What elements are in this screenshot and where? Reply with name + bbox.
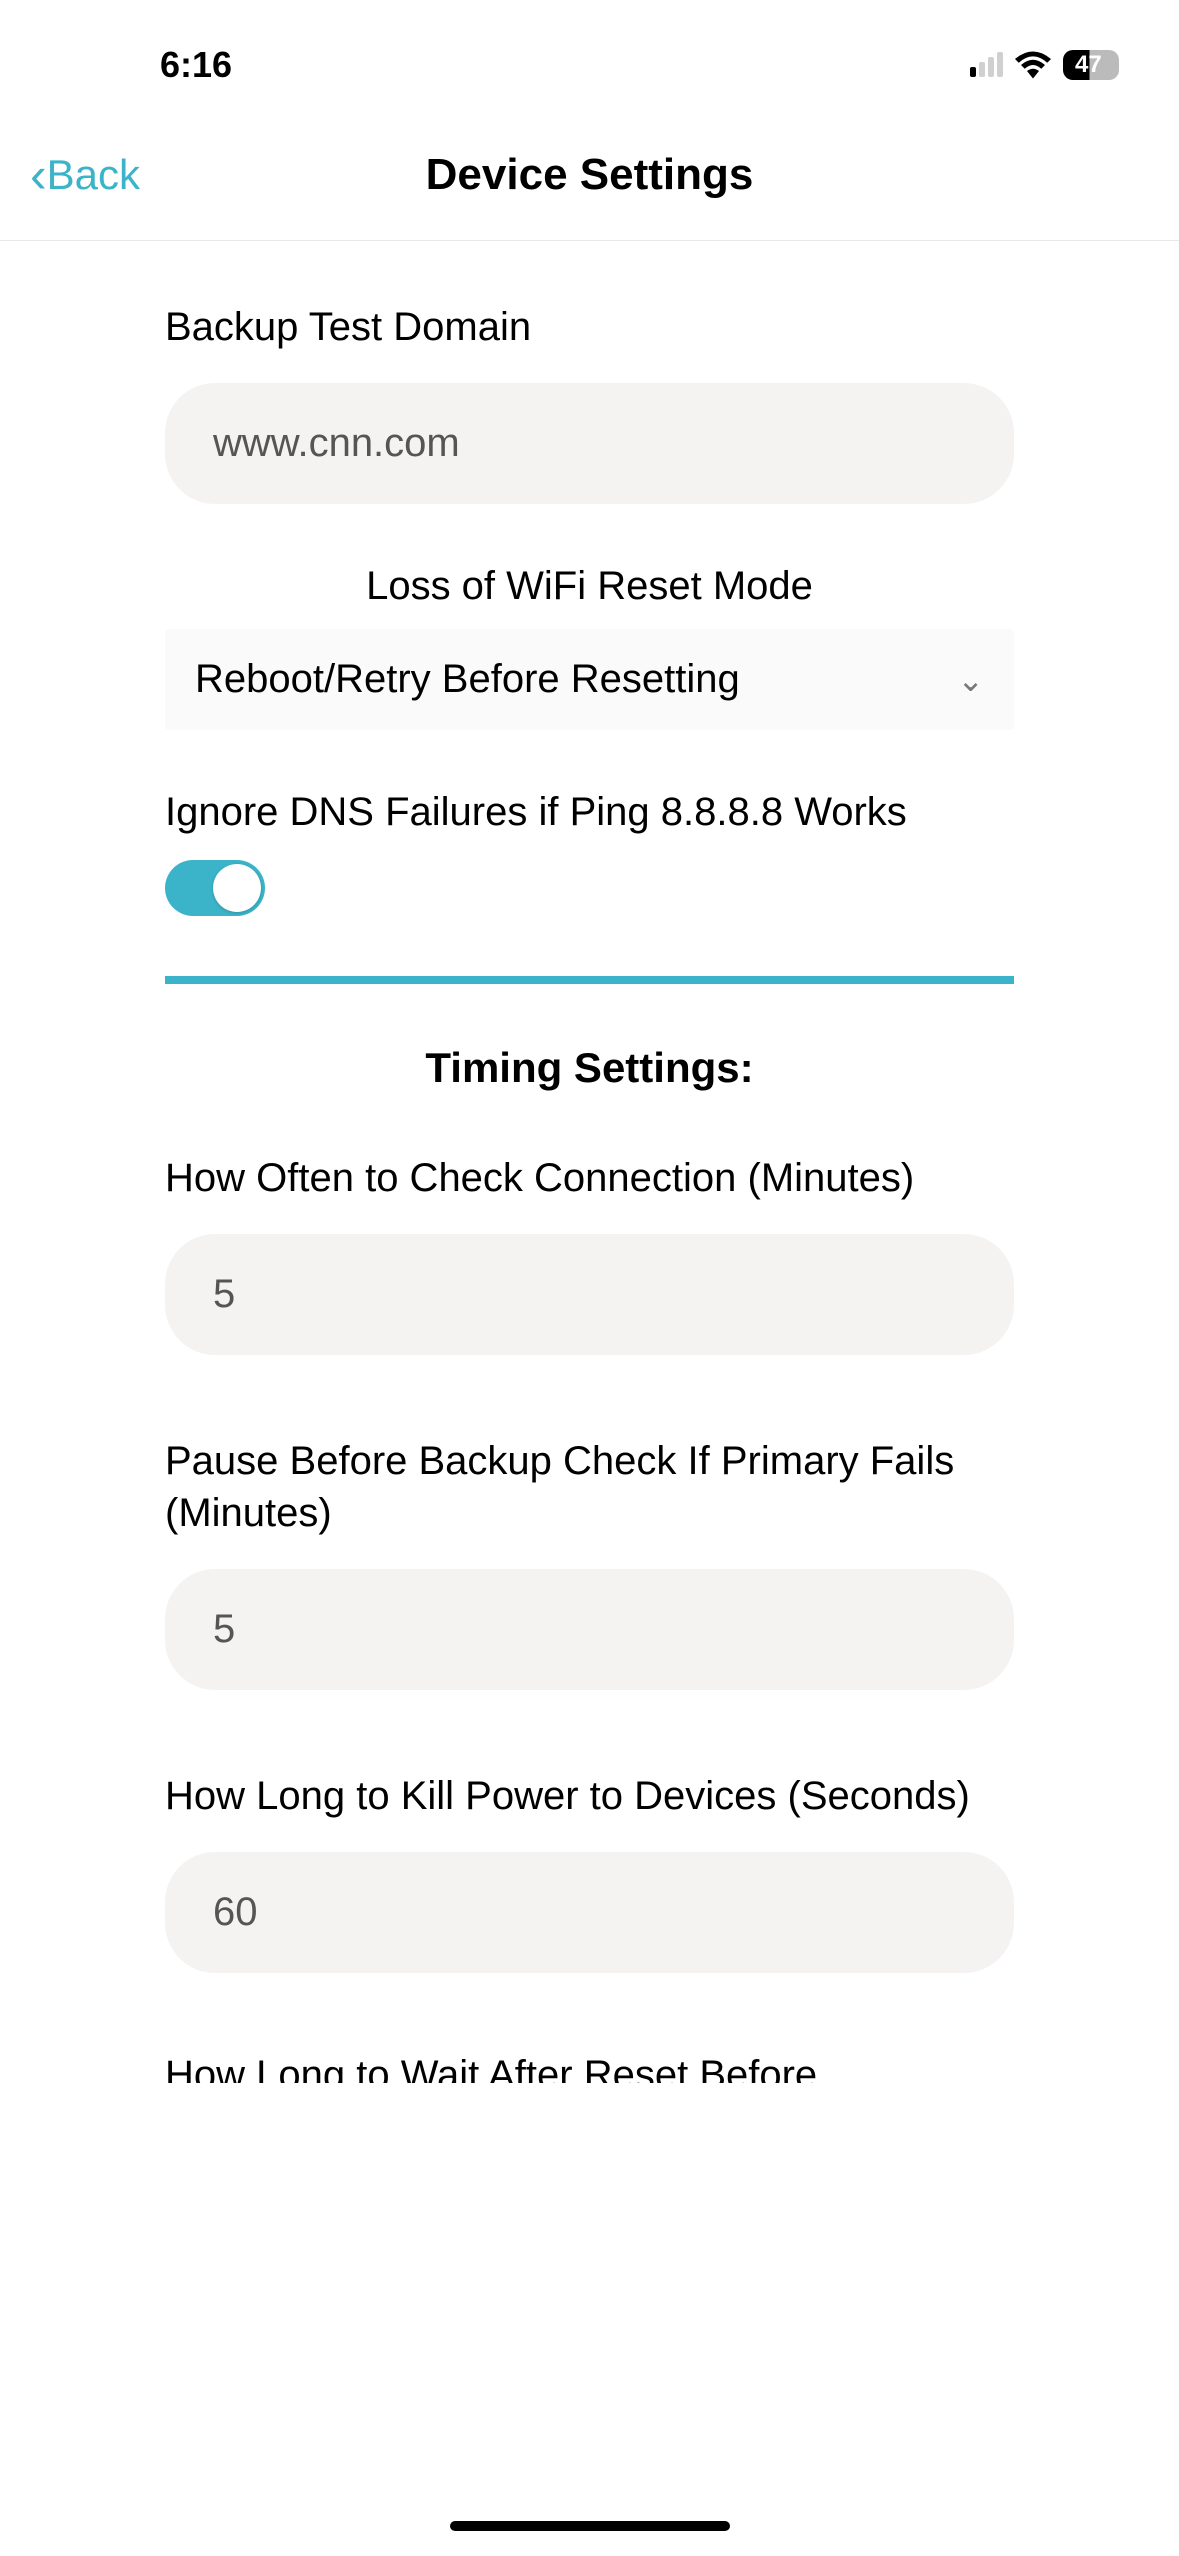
- back-button[interactable]: ‹ Back: [30, 150, 140, 200]
- partial-next-label: How Long to Wait After Reset Before: [165, 2053, 1014, 2083]
- back-label: Back: [47, 151, 140, 199]
- wifi-reset-label: Loss of WiFi Reset Mode: [165, 564, 1014, 609]
- section-divider: [165, 976, 1014, 984]
- battery-indicator: 47: [1063, 50, 1119, 80]
- status-indicators: 47: [970, 50, 1119, 80]
- wifi-icon: [1015, 51, 1051, 79]
- kill-power-input[interactable]: [165, 1852, 1014, 1973]
- home-indicator[interactable]: [450, 2521, 730, 2531]
- wifi-reset-select-wrap[interactable]: Reboot/Retry Before Resetting ⌄: [165, 629, 1014, 730]
- page-title: Device Settings: [30, 150, 1149, 200]
- pause-backup-label: Pause Before Backup Check If Primary Fai…: [165, 1435, 1014, 1539]
- ignore-dns-row: Ignore DNS Failures if Ping 8.8.8.8 Work…: [165, 790, 1014, 916]
- settings-content: Backup Test Domain Loss of WiFi Reset Mo…: [0, 241, 1179, 2083]
- check-frequency-input[interactable]: [165, 1234, 1014, 1355]
- ignore-dns-toggle[interactable]: [165, 860, 265, 916]
- backup-domain-label: Backup Test Domain: [165, 301, 1014, 353]
- kill-power-label: How Long to Kill Power to Devices (Secon…: [165, 1770, 1014, 1822]
- check-frequency-label: How Often to Check Connection (Minutes): [165, 1152, 1014, 1204]
- cellular-signal-icon: [970, 53, 1003, 77]
- backup-domain-input[interactable]: [165, 383, 1014, 504]
- toggle-knob: [213, 864, 261, 912]
- wifi-reset-select[interactable]: Reboot/Retry Before Resetting: [165, 629, 1014, 730]
- ignore-dns-label: Ignore DNS Failures if Ping 8.8.8.8 Work…: [165, 790, 1014, 835]
- status-bar: 6:16 47: [0, 0, 1179, 120]
- timing-section-title: Timing Settings:: [165, 1044, 1014, 1092]
- status-time: 6:16: [160, 44, 232, 86]
- pause-backup-input[interactable]: [165, 1569, 1014, 1690]
- chevron-left-icon: ‹: [30, 150, 47, 200]
- nav-bar: ‹ Back Device Settings: [0, 120, 1179, 241]
